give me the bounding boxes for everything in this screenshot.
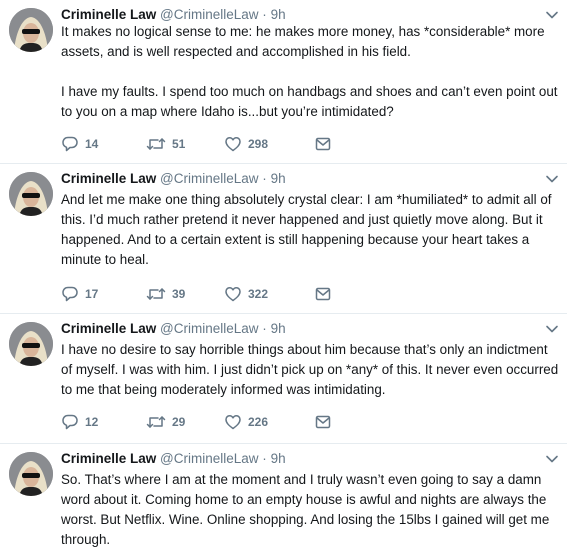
tweet[interactable]: Criminelle Law @CriminelleLaw · 9h So. T… <box>0 444 567 549</box>
timestamp[interactable]: 9h <box>271 171 286 186</box>
tweet-header: Criminelle Law @CriminelleLaw · 9h <box>61 320 286 338</box>
reply-icon <box>61 135 79 153</box>
avatar[interactable] <box>9 8 53 52</box>
tweet-actions: 14 51 298 <box>61 134 332 154</box>
retweet-count: 51 <box>172 137 186 151</box>
retweet-count: 29 <box>172 415 186 429</box>
separator-dot: · <box>262 451 267 466</box>
direct-message-button[interactable] <box>314 285 332 303</box>
display-name[interactable]: Criminelle Law <box>61 7 156 22</box>
tweet-paragraph: I have my faults. I spend too much on ha… <box>61 84 558 119</box>
tweet-header: Criminelle Law @CriminelleLaw · 9h <box>61 170 286 188</box>
tweet-text: And let me make one thing absolutely cry… <box>61 190 561 270</box>
direct-message-button[interactable] <box>314 413 332 431</box>
like-count: 226 <box>248 415 269 429</box>
separator-dot: · <box>262 321 267 336</box>
timestamp[interactable]: 9h <box>271 7 286 22</box>
avatar[interactable] <box>9 452 53 496</box>
retweet-icon <box>146 285 166 303</box>
reply-icon <box>61 413 79 431</box>
like-button[interactable]: 298 <box>224 135 314 153</box>
heart-icon <box>224 413 242 431</box>
envelope-icon <box>314 413 332 431</box>
heart-icon <box>224 135 242 153</box>
avatar[interactable] <box>9 322 53 366</box>
envelope-icon <box>314 135 332 153</box>
reply-button[interactable]: 17 <box>61 285 146 303</box>
tweet-paragraph: I have no desire to say horrible things … <box>61 342 559 397</box>
reply-count: 14 <box>85 137 99 151</box>
like-count: 298 <box>248 137 269 151</box>
like-button[interactable]: 226 <box>224 413 314 431</box>
envelope-icon <box>314 285 332 303</box>
direct-message-button[interactable] <box>314 135 332 153</box>
avatar[interactable] <box>9 172 53 216</box>
username[interactable]: @CriminelleLaw <box>160 7 258 22</box>
chevron-down-icon[interactable] <box>545 172 559 186</box>
timestamp[interactable]: 9h <box>271 321 286 336</box>
chevron-down-icon[interactable] <box>545 322 559 336</box>
tweet-text: So. That’s where I am at the moment and … <box>61 470 561 550</box>
tweet-header: Criminelle Law @CriminelleLaw · 9h <box>61 450 286 468</box>
retweet-icon <box>146 135 166 153</box>
tweet-thread: Criminelle Law @CriminelleLaw · 9h It ma… <box>0 0 567 549</box>
display-name[interactable]: Criminelle Law <box>61 171 156 186</box>
username[interactable]: @CriminelleLaw <box>160 171 258 186</box>
reply-icon <box>61 285 79 303</box>
timestamp[interactable]: 9h <box>271 451 286 466</box>
retweet-button[interactable]: 39 <box>146 285 224 303</box>
separator-dot: · <box>262 171 267 186</box>
like-button[interactable]: 322 <box>224 285 314 303</box>
chevron-down-icon[interactable] <box>545 452 559 466</box>
like-count: 322 <box>248 287 269 301</box>
reply-count: 12 <box>85 415 99 429</box>
separator-dot: · <box>262 7 267 22</box>
tweet-actions: 12 29 226 <box>61 412 332 432</box>
tweet-text: It makes no logical sense to me: he make… <box>61 22 561 122</box>
tweet[interactable]: Criminelle Law @CriminelleLaw · 9h And l… <box>0 164 567 314</box>
username[interactable]: @CriminelleLaw <box>160 321 258 336</box>
tweet-paragraph: It makes no logical sense to me: he make… <box>61 24 545 59</box>
reply-button[interactable]: 14 <box>61 135 146 153</box>
retweet-icon <box>146 413 166 431</box>
heart-icon <box>224 285 242 303</box>
reply-count: 17 <box>85 287 99 301</box>
reply-button[interactable]: 12 <box>61 413 146 431</box>
retweet-button[interactable]: 29 <box>146 413 224 431</box>
tweet-paragraph: And let me make one thing absolutely cry… <box>61 192 552 267</box>
tweet[interactable]: Criminelle Law @CriminelleLaw · 9h I hav… <box>0 314 567 444</box>
retweet-count: 39 <box>172 287 186 301</box>
username[interactable]: @CriminelleLaw <box>160 451 258 466</box>
tweet[interactable]: Criminelle Law @CriminelleLaw · 9h It ma… <box>0 0 567 164</box>
tweet-paragraph: So. That’s where I am at the moment and … <box>61 472 550 547</box>
tweet-text: I have no desire to say horrible things … <box>61 340 561 400</box>
display-name[interactable]: Criminelle Law <box>61 321 156 336</box>
display-name[interactable]: Criminelle Law <box>61 451 156 466</box>
tweet-actions: 17 39 322 <box>61 284 332 304</box>
retweet-button[interactable]: 51 <box>146 135 224 153</box>
chevron-down-icon[interactable] <box>545 8 559 22</box>
